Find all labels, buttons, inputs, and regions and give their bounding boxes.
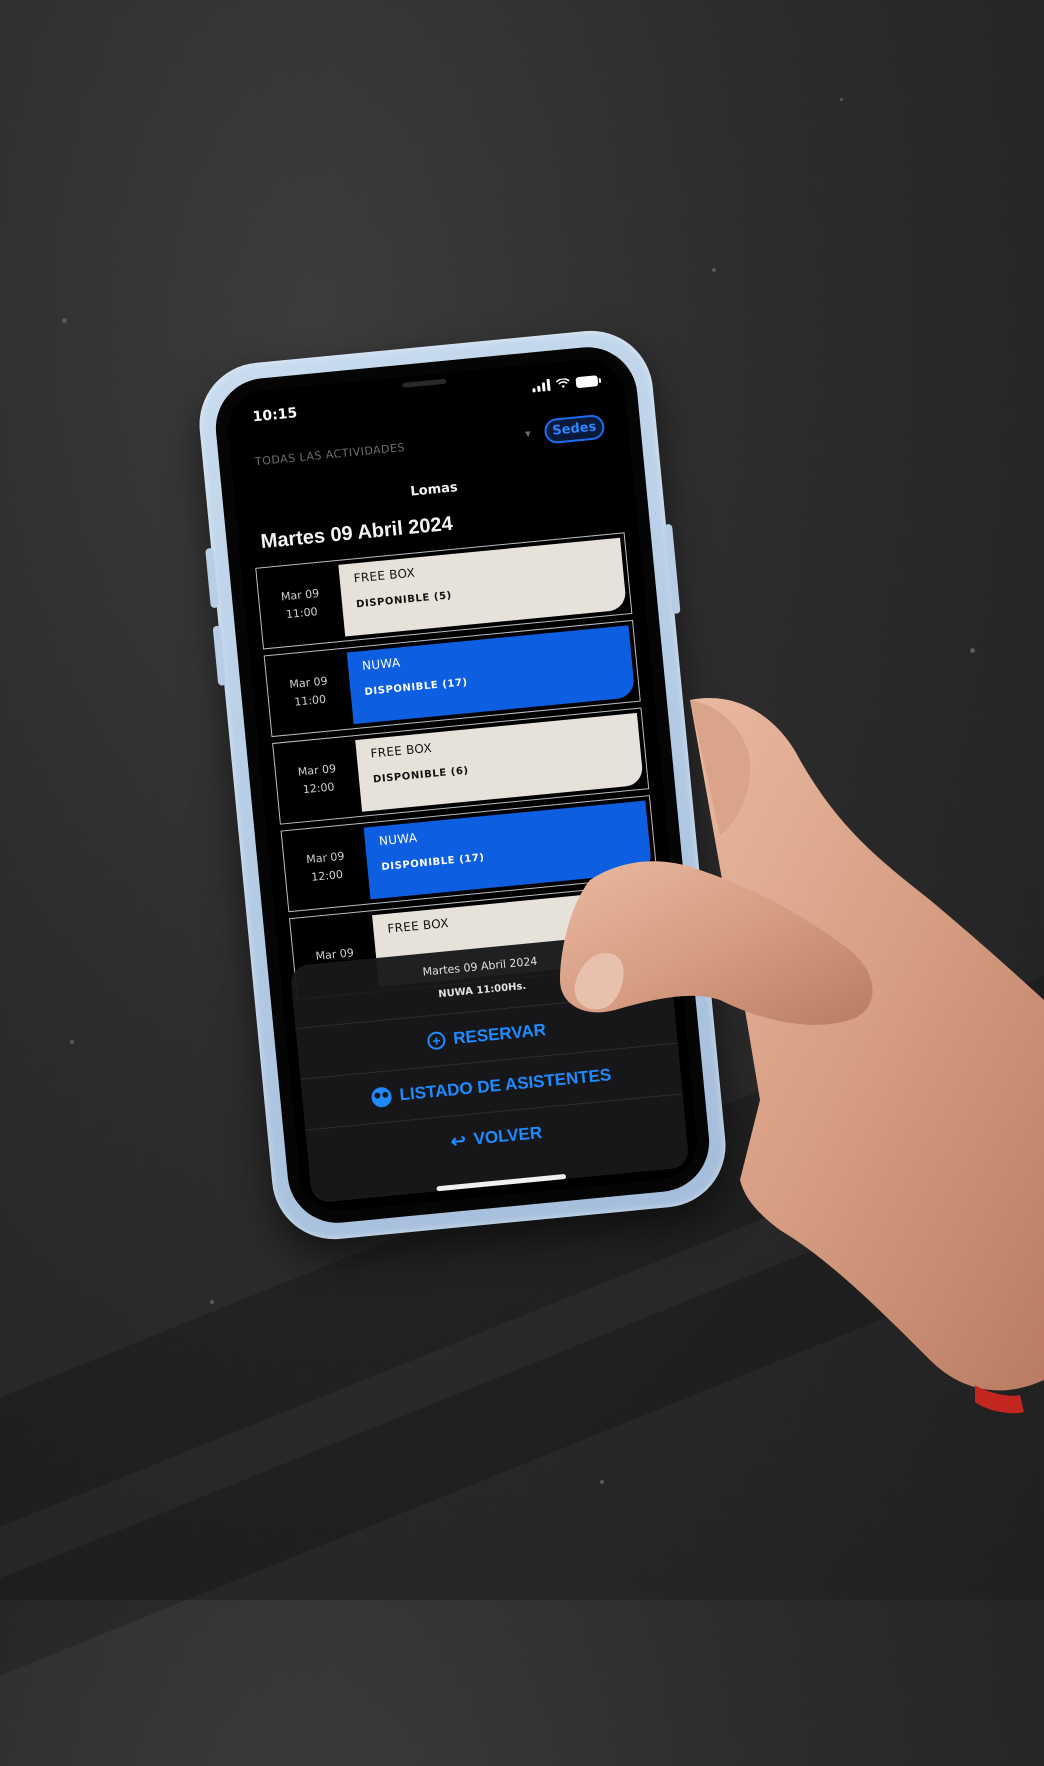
slot-time: 12:00	[302, 780, 336, 797]
slot-activity-name: FREE BOX	[386, 915, 450, 936]
wifi-icon	[555, 378, 570, 389]
slot-time: 12:00	[310, 867, 344, 884]
plus-circle-icon: +	[426, 1030, 447, 1051]
action-sheet: Martes 09 Abril 2024 NUWA 11:00Hs. + RES…	[289, 930, 690, 1204]
sedes-button[interactable]: Sedes	[543, 413, 606, 445]
chevron-down-icon[interactable]: ▾	[524, 427, 531, 440]
signal-icon	[532, 378, 551, 393]
volver-label: VOLVER	[472, 1123, 543, 1149]
status-icons	[532, 374, 599, 393]
earpiece	[401, 378, 446, 388]
phone-screen: 10:15 TODAS LAS ACTIVIDADES ▾ Sedes Loma…	[224, 355, 701, 1215]
slot-time: 11:00	[285, 605, 319, 622]
filter-label: TODAS LAS ACTIVIDADES	[254, 440, 406, 469]
back-arrow-icon: ↩	[449, 1129, 467, 1152]
slot-card[interactable]: FREE BOX DISPONIBLE (6)	[355, 712, 644, 812]
reservar-label: RESERVAR	[452, 1020, 547, 1049]
slot-card[interactable]: NUWA DISPONIBLE (17)	[363, 800, 653, 900]
people-icon	[370, 1086, 393, 1109]
slot-card[interactable]: NUWA DISPONIBLE (17)	[346, 625, 636, 725]
schedule-list: Mar 09 11:00 FREE BOX DISPONIBLE (5) Mar…	[255, 532, 667, 1006]
battery-icon	[575, 374, 599, 388]
listado-label: LISTADO DE ASISTENTES	[398, 1065, 613, 1105]
slot-time: 11:00	[293, 692, 327, 709]
status-time: 10:15	[252, 405, 298, 426]
phone: 10:15 TODAS LAS ACTIVIDADES ▾ Sedes Loma…	[193, 325, 732, 1245]
activity-filter[interactable]: TODAS LAS ACTIVIDADES ▾ Sedes	[254, 413, 606, 478]
day-title: Martes 09 Abril 2024	[259, 512, 454, 554]
slot-card[interactable]: FREE BOX DISPONIBLE (5)	[338, 537, 627, 637]
